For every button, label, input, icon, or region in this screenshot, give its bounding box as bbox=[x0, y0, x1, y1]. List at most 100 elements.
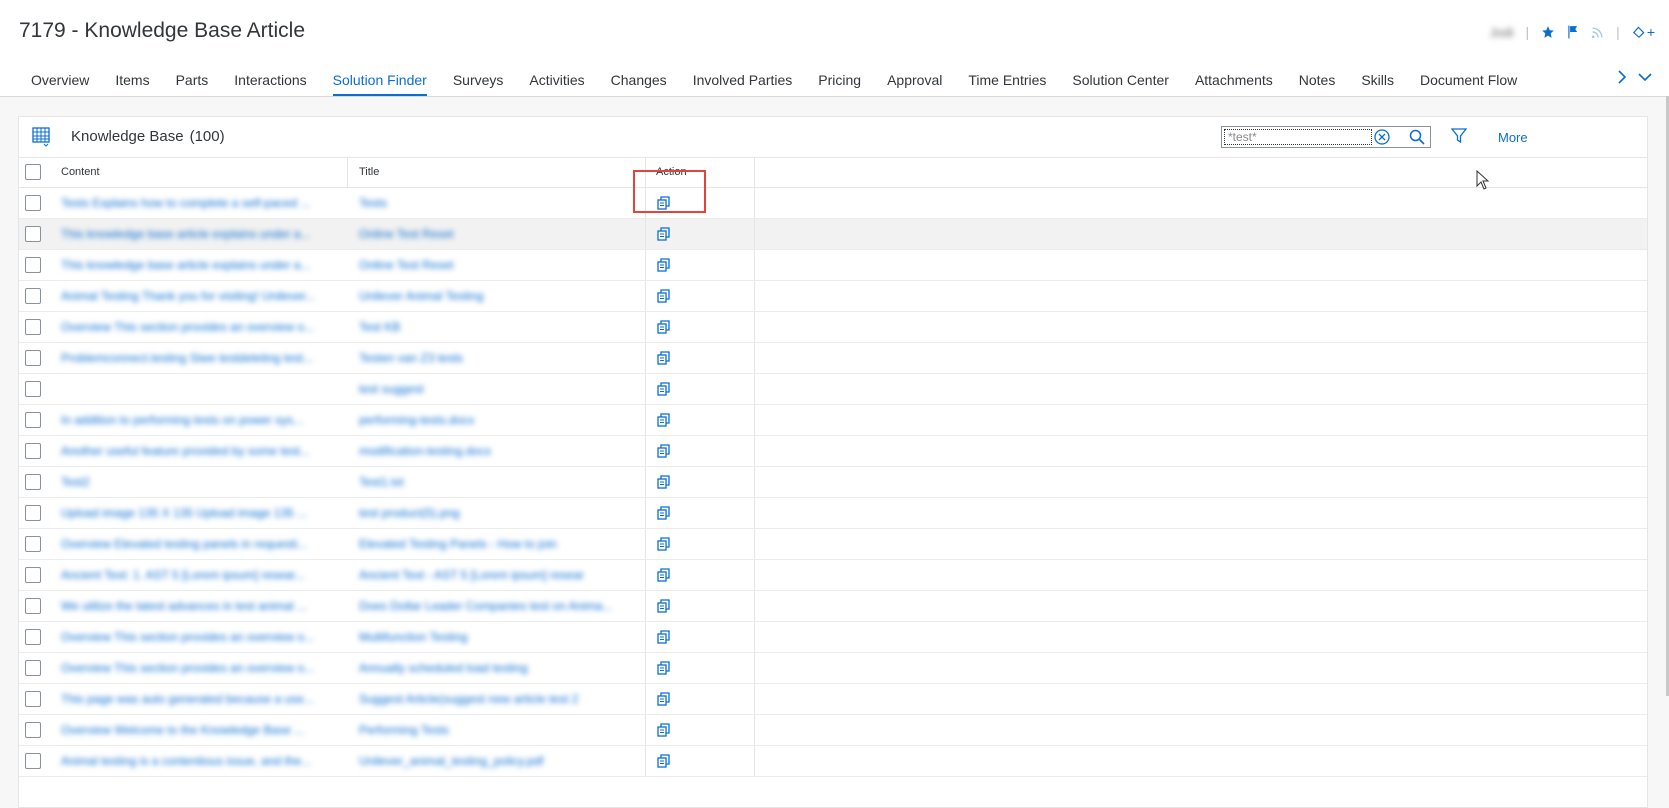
title-cell[interactable]: Suggest Article(suggest new article test… bbox=[359, 684, 631, 714]
content-cell[interactable]: Overview Welcome to the Knowledge Base .… bbox=[61, 715, 333, 745]
row-checkbox[interactable] bbox=[25, 319, 41, 335]
row-checkbox[interactable] bbox=[25, 753, 41, 769]
table-row[interactable]: Overview Welcome to the Knowledge Base .… bbox=[19, 715, 1647, 746]
title-cell[interactable]: performing-tests.docx bbox=[359, 405, 631, 435]
tab-attachments[interactable]: Attachments bbox=[1182, 60, 1286, 96]
table-row[interactable]: Tests Explains how to complete a self-pa… bbox=[19, 188, 1647, 219]
search-icon[interactable] bbox=[1409, 129, 1425, 150]
share-icon[interactable]: + bbox=[1632, 24, 1655, 40]
tab-surveys[interactable]: Surveys bbox=[440, 60, 517, 96]
content-cell[interactable]: Upload image 135 X 135 Upload image 135 … bbox=[61, 498, 333, 528]
copy-icon[interactable] bbox=[657, 444, 670, 463]
row-checkbox[interactable] bbox=[25, 195, 41, 211]
title-cell[interactable]: Online Test Reset bbox=[359, 219, 631, 249]
title-cell[interactable]: Online Test Reset bbox=[359, 250, 631, 280]
title-cell[interactable]: Tests bbox=[359, 188, 631, 218]
row-checkbox[interactable] bbox=[25, 629, 41, 645]
content-cell[interactable]: Problemconnect.testing Siwe testdeleting… bbox=[61, 343, 333, 373]
row-checkbox[interactable] bbox=[25, 412, 41, 428]
copy-icon[interactable] bbox=[657, 351, 670, 370]
title-cell[interactable]: modification-testing.docx bbox=[359, 436, 631, 466]
select-all-checkbox[interactable] bbox=[25, 164, 41, 180]
title-cell[interactable]: Unilever_animal_testing_policy.pdf bbox=[359, 746, 631, 776]
title-cell[interactable]: Annually scheduled load testing bbox=[359, 653, 631, 683]
content-cell[interactable]: Overview This section provides an overvi… bbox=[61, 653, 333, 683]
title-cell[interactable]: Test KB bbox=[359, 312, 631, 342]
table-row[interactable]: We utilize the latest advances in test a… bbox=[19, 591, 1647, 622]
tab-interactions[interactable]: Interactions bbox=[221, 60, 319, 96]
row-checkbox[interactable] bbox=[25, 536, 41, 552]
tab-skills[interactable]: Skills bbox=[1348, 60, 1407, 96]
column-header-content[interactable]: Content bbox=[61, 157, 100, 187]
content-cell[interactable]: Ancient Text: 1. AST 5 [Lorem ipsum] res… bbox=[61, 560, 333, 590]
table-row[interactable]: Overview This section provides an overvi… bbox=[19, 312, 1647, 343]
table-settings-icon[interactable] bbox=[32, 127, 50, 152]
table-row[interactable]: Problemconnect.testing Siwe testdeleting… bbox=[19, 343, 1647, 374]
table-row[interactable]: Animal Testing Thank you for visiting! U… bbox=[19, 281, 1647, 312]
search-input[interactable] bbox=[1222, 127, 1374, 147]
tab-solution-center[interactable]: Solution Center bbox=[1059, 60, 1182, 96]
title-cell[interactable]: Multifunction Testing bbox=[359, 622, 631, 652]
more-button[interactable]: More bbox=[1498, 130, 1528, 145]
content-cell[interactable] bbox=[61, 374, 333, 404]
tab-involved-parties[interactable]: Involved Parties bbox=[680, 60, 806, 96]
table-row[interactable]: This knowledge base article explains und… bbox=[19, 250, 1647, 281]
copy-icon[interactable] bbox=[657, 692, 670, 711]
content-cell[interactable]: Tests Explains how to complete a self-pa… bbox=[61, 188, 333, 218]
tab-notes[interactable]: Notes bbox=[1286, 60, 1349, 96]
table-row[interactable]: Overview Elevated testing panels in requ… bbox=[19, 529, 1647, 560]
tab-solution-finder[interactable]: Solution Finder bbox=[320, 60, 440, 96]
tab-overview[interactable]: Overview bbox=[18, 60, 102, 96]
flag-icon[interactable] bbox=[1567, 25, 1579, 39]
copy-icon[interactable] bbox=[657, 382, 670, 401]
row-checkbox[interactable] bbox=[25, 722, 41, 738]
copy-icon[interactable] bbox=[657, 661, 670, 680]
row-checkbox[interactable] bbox=[25, 257, 41, 273]
table-row[interactable]: This knowledge base article explains und… bbox=[19, 219, 1647, 250]
content-cell[interactable]: Test2 bbox=[61, 467, 333, 497]
title-cell[interactable]: Ancient Text - AST 5 [Lorem ipsum] resea… bbox=[359, 560, 631, 590]
chevron-down-icon[interactable] bbox=[1638, 70, 1652, 87]
chevron-right-icon[interactable] bbox=[1617, 70, 1627, 87]
content-cell[interactable]: This page was auto generated because a u… bbox=[61, 684, 333, 714]
table-row[interactable]: Animal testing is a contentious issue, a… bbox=[19, 746, 1647, 777]
copy-icon[interactable] bbox=[657, 599, 670, 618]
table-row[interactable]: Ancient Text: 1. AST 5 [Lorem ipsum] res… bbox=[19, 560, 1647, 591]
row-checkbox[interactable] bbox=[25, 598, 41, 614]
row-checkbox[interactable] bbox=[25, 505, 41, 521]
content-cell[interactable]: Overview This section provides an overvi… bbox=[61, 622, 333, 652]
content-cell[interactable]: Animal Testing Thank you for visiting! U… bbox=[61, 281, 333, 311]
row-checkbox[interactable] bbox=[25, 474, 41, 490]
copy-icon[interactable] bbox=[657, 568, 670, 587]
row-checkbox[interactable] bbox=[25, 350, 41, 366]
row-checkbox[interactable] bbox=[25, 660, 41, 676]
table-row[interactable]: Overview This section provides an overvi… bbox=[19, 653, 1647, 684]
rss-icon[interactable] bbox=[1591, 26, 1604, 39]
title-cell[interactable]: test suggest bbox=[359, 374, 631, 404]
content-cell[interactable]: In addition to performing tests on power… bbox=[61, 405, 333, 435]
tab-items[interactable]: Items bbox=[102, 60, 162, 96]
tab-approval[interactable]: Approval bbox=[874, 60, 955, 96]
filter-icon[interactable] bbox=[1450, 128, 1468, 149]
table-row[interactable]: test suggest bbox=[19, 374, 1647, 405]
copy-icon[interactable] bbox=[657, 506, 670, 525]
row-checkbox[interactable] bbox=[25, 691, 41, 707]
title-cell[interactable]: Unilever Animal Testing bbox=[359, 281, 631, 311]
copy-icon[interactable] bbox=[657, 630, 670, 649]
content-cell[interactable]: We utilize the latest advances in test a… bbox=[61, 591, 333, 621]
table-row[interactable]: This page was auto generated because a u… bbox=[19, 684, 1647, 715]
title-cell[interactable]: Performing Tests bbox=[359, 715, 631, 745]
table-row[interactable]: Upload image 135 X 135 Upload image 135 … bbox=[19, 498, 1647, 529]
copy-icon[interactable] bbox=[657, 754, 670, 773]
tab-changes[interactable]: Changes bbox=[598, 60, 680, 96]
copy-icon[interactable] bbox=[657, 413, 670, 432]
row-checkbox[interactable] bbox=[25, 443, 41, 459]
title-cell[interactable]: Test1.txt bbox=[359, 467, 631, 497]
title-cell[interactable]: Elevated Testing Panels - How to join bbox=[359, 529, 631, 559]
tab-parts[interactable]: Parts bbox=[163, 60, 222, 96]
copy-icon[interactable] bbox=[657, 320, 670, 339]
clear-search-icon[interactable] bbox=[1374, 129, 1390, 150]
content-cell[interactable]: This knowledge base article explains und… bbox=[61, 250, 333, 280]
copy-icon[interactable] bbox=[657, 475, 670, 494]
content-cell[interactable]: Overview This section provides an overvi… bbox=[61, 312, 333, 342]
